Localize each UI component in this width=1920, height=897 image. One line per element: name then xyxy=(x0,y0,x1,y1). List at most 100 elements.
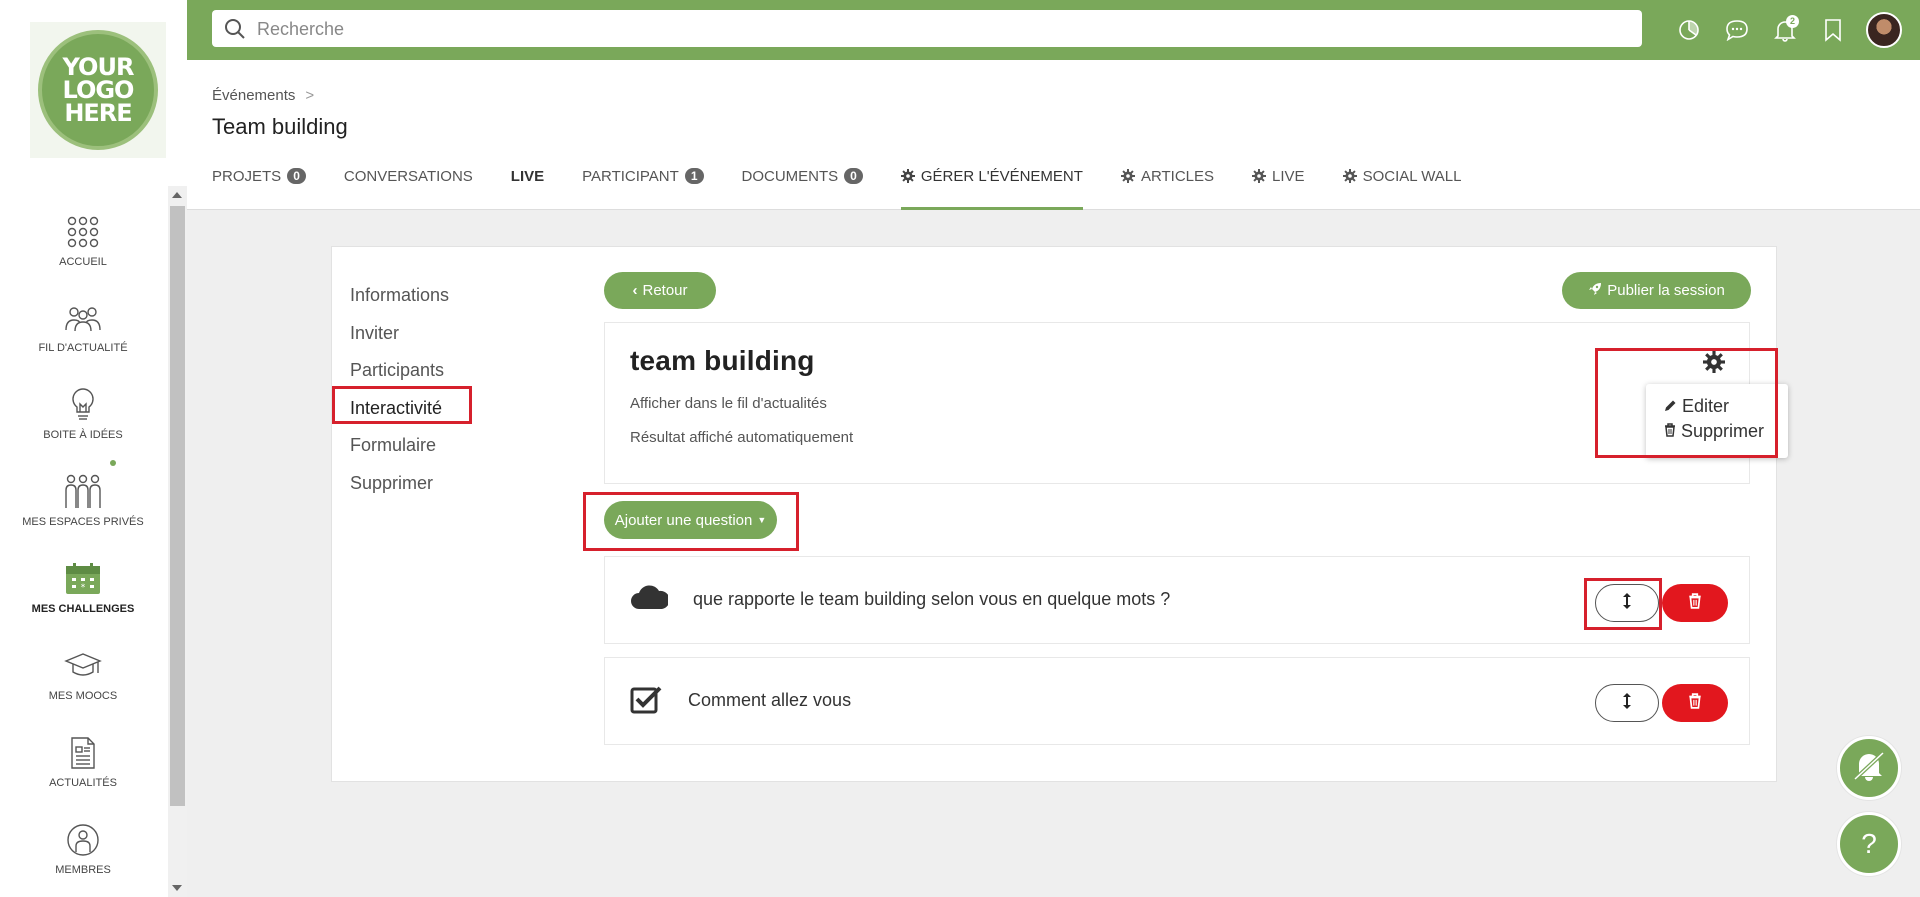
session-option-result: Résultat affiché automatiquement xyxy=(630,429,854,446)
tab-articles[interactable]: ARTICLES xyxy=(1120,168,1215,210)
tab-gerer-evenement[interactable]: GÉRER L'ÉVÉNEMENT xyxy=(900,168,1083,210)
search-input[interactable] xyxy=(257,16,1617,42)
tab-conversations[interactable]: CONVERSATIONS xyxy=(344,168,473,210)
top-bar: 2 xyxy=(187,0,1920,60)
sidebar-item-fil-actualite[interactable]: FIL D'ACTUALITÉ xyxy=(0,298,166,354)
breadcrumb: Événements > xyxy=(212,87,314,104)
sidebar-item-membres[interactable]: MEMBRES xyxy=(0,820,166,876)
highlight-box xyxy=(332,386,472,424)
mute-notifications-button[interactable] xyxy=(1837,736,1901,800)
tab-documents[interactable]: DOCUMENTS 0 xyxy=(742,168,863,210)
svg-text:*: * xyxy=(81,583,86,593)
question-row: Comment allez vous xyxy=(604,657,1750,745)
tab-projets[interactable]: PROJETS 0 xyxy=(212,168,306,210)
tab-label: PROJETS xyxy=(212,168,282,185)
grid-dots-icon xyxy=(0,212,166,252)
trash-icon xyxy=(1688,692,1702,714)
tab-label: PARTICIPANT xyxy=(582,168,679,185)
menu-item-inviter[interactable]: Inviter xyxy=(350,315,449,353)
tab-label: LIVE xyxy=(510,168,545,185)
vertical-arrows-icon xyxy=(1622,692,1632,715)
menu-item-informations[interactable]: Informations xyxy=(350,277,449,315)
delete-question-button[interactable] xyxy=(1662,584,1728,622)
search-icon xyxy=(224,18,246,45)
back-button-label: Retour xyxy=(642,282,688,299)
sidebar-item-label: BOITE À IDÉES xyxy=(43,429,123,441)
highlight-box xyxy=(1584,578,1662,630)
scroll-up-arrow-icon[interactable] xyxy=(172,192,182,198)
question-row: que rapporte le team building selon vous… xyxy=(604,556,1750,644)
pie-chart-icon[interactable] xyxy=(1674,14,1704,46)
bell-slash-icon xyxy=(1852,751,1886,786)
tab-live-settings[interactable]: LIVE xyxy=(1252,168,1305,210)
notification-badge: 2 xyxy=(1786,15,1799,28)
menu-item-formulaire[interactable]: Formulaire xyxy=(350,427,449,465)
menu-item-participants[interactable]: Participants xyxy=(350,352,449,390)
question-mark-icon: ? xyxy=(1861,828,1877,859)
logo[interactable]: YOUR LOGO HERE xyxy=(30,22,166,158)
cloud-icon xyxy=(630,583,670,616)
notification-bell-icon[interactable]: 2 xyxy=(1770,14,1800,46)
tab-label: ARTICLES xyxy=(1140,168,1215,185)
tab-participant[interactable]: PARTICIPANT 1 xyxy=(582,168,704,210)
tab-label: CONVERSATIONS xyxy=(343,168,473,185)
sidebar-item-boite-idees[interactable]: BOITE À IDÉES xyxy=(0,385,166,441)
menu-item-supprimer[interactable]: Supprimer xyxy=(350,465,449,503)
sidebar-scrollbar[interactable] xyxy=(168,186,187,897)
chevron-right-icon: > xyxy=(305,87,315,104)
rocket-icon xyxy=(1588,282,1602,300)
session-title: team building xyxy=(630,345,815,376)
chat-icon[interactable] xyxy=(1722,14,1752,46)
logo-badge: YOUR LOGO HERE xyxy=(38,30,158,150)
gear-icon xyxy=(1342,169,1357,183)
highlight-box xyxy=(583,492,799,551)
gear-icon xyxy=(900,169,915,183)
page-header: Événements > Team building PROJETS 0 CONVE… xyxy=(187,60,1920,210)
search-box[interactable] xyxy=(212,10,1642,47)
tab-label: GÉRER L'ÉVÉNEMENT xyxy=(920,168,1083,185)
delete-question-button[interactable] xyxy=(1662,684,1728,722)
sidebar-item-accueil[interactable]: ACCUEIL xyxy=(0,212,166,268)
tab-count-badge: 0 xyxy=(844,168,863,184)
help-button[interactable]: ? xyxy=(1837,812,1901,876)
sidebar-item-label: FIL D'ACTUALITÉ xyxy=(38,342,128,354)
graduation-cap-icon xyxy=(0,646,166,686)
publish-button-label: Publier la session xyxy=(1607,282,1725,299)
avatar[interactable] xyxy=(1866,12,1902,48)
page-title: Team building xyxy=(212,114,348,139)
sidebar: YOUR LOGO HERE ACCUEIL FIL D'ACTUALITÉ B… xyxy=(0,0,187,897)
checkbox-icon xyxy=(630,684,664,719)
scroll-down-arrow-icon[interactable] xyxy=(172,885,182,891)
sidebar-item-actualites[interactable]: ACTUALITÉS xyxy=(0,733,166,789)
gear-icon xyxy=(1120,169,1135,183)
sidebar-item-espaces-prives[interactable]: MES ESPACES PRIVÉS xyxy=(0,472,166,528)
publish-session-button[interactable]: Publier la session xyxy=(1562,272,1751,309)
back-button[interactable]: ‹ Retour xyxy=(604,272,716,309)
sidebar-item-label: MES CHALLENGES xyxy=(31,603,135,615)
tab-label: DOCUMENTS xyxy=(741,168,839,185)
people-group-icon xyxy=(0,298,166,338)
scrollbar-thumb[interactable] xyxy=(170,206,185,806)
reorder-button[interactable] xyxy=(1595,684,1659,722)
session-option-newsfeed: Afficher dans le fil d'actualités xyxy=(630,395,827,412)
sidebar-item-label: MES ESPACES PRIVÉS xyxy=(22,516,144,528)
tab-live[interactable]: LIVE xyxy=(511,168,544,210)
top-icons: 2 xyxy=(1674,12,1902,48)
trash-icon xyxy=(1688,592,1702,614)
highlight-box xyxy=(1595,348,1778,458)
breadcrumb-parent-link[interactable]: Événements xyxy=(212,87,295,104)
question-text: Comment allez vous xyxy=(688,690,852,710)
sidebar-item-label: ACCUEIL xyxy=(59,256,107,268)
calendar-icon: * xyxy=(0,559,166,599)
status-dot xyxy=(110,460,116,466)
logo-text: YOUR LOGO HERE xyxy=(63,55,135,125)
sidebar-item-label: ACTUALITÉS xyxy=(49,777,117,789)
lightbulb-icon xyxy=(0,385,166,425)
question-text: que rapporte le team building selon vous… xyxy=(693,589,1171,609)
sidebar-item-moocs[interactable]: MES MOOCS xyxy=(0,646,166,702)
private-spaces-icon xyxy=(0,472,166,512)
sidebar-item-challenges[interactable]: * MES CHALLENGES xyxy=(0,559,166,615)
bookmark-icon[interactable] xyxy=(1818,14,1848,46)
sidebar-item-label: MES MOOCS xyxy=(48,690,118,702)
tab-social-wall[interactable]: SOCIAL WALL xyxy=(1342,168,1461,210)
